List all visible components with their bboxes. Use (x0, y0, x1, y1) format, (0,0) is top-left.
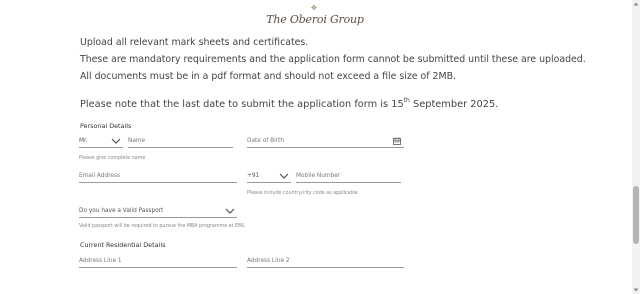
dob-placeholder: Date of Birth (247, 138, 285, 144)
deadline-suffix: September 2025. (409, 99, 499, 110)
title-select[interactable]: Mr. (79, 137, 123, 148)
calendar-icon[interactable] (393, 137, 401, 145)
address-line-2-placeholder: Address Line 2 (247, 258, 290, 264)
scrollbar-thumb[interactable] (633, 186, 639, 244)
notice-line-2: These are mandatory requirements and the… (80, 54, 586, 65)
passport-hint: Valid passport will be required to pursu… (79, 224, 245, 229)
deadline-prefix: Please note that the last date to submit… (80, 99, 404, 110)
passport-placeholder: Do you have a Valid Passport (79, 208, 164, 214)
chevron-down-icon (111, 138, 121, 144)
mobile-input[interactable]: Mobile Number (296, 172, 401, 183)
country-code-value: +91 (247, 173, 260, 179)
passport-select[interactable]: Do you have a Valid Passport (79, 207, 237, 218)
crest-icon: ✥ (311, 4, 317, 12)
email-placeholder: Email Address (79, 173, 121, 179)
notice-line-1: Upload all relevant mark sheets and cert… (80, 37, 309, 48)
scroll-down-arrow-icon[interactable] (633, 287, 639, 293)
address-line-1-placeholder: Address Line 1 (79, 258, 122, 264)
chevron-down-icon (225, 208, 235, 214)
mobile-placeholder: Mobile Number (296, 173, 341, 179)
name-placeholder: Name (128, 138, 146, 144)
chevron-down-icon (279, 173, 289, 179)
logo-text: The Oberoi Group (266, 13, 364, 26)
personal-details-heading: Personal Details (80, 122, 132, 130)
notice-line-3: All documents must be in a pdf format an… (80, 71, 456, 82)
scroll-up-arrow-icon[interactable] (633, 1, 639, 7)
address-line-1-input[interactable]: Address Line 1 (79, 257, 237, 268)
title-value: Mr. (79, 138, 88, 144)
country-code-select[interactable]: +91 (247, 172, 291, 183)
name-hint: Please give complete name (79, 156, 146, 161)
brand-logo: ✥ The Oberoi Group (0, 4, 630, 26)
deadline-sup: th (403, 97, 410, 104)
name-input[interactable]: Name (128, 137, 233, 148)
deadline-note: Please note that the last date to submit… (80, 97, 499, 110)
dob-input[interactable]: Date of Birth (247, 137, 404, 148)
page-scrollbar[interactable] (632, 0, 640, 294)
residential-details-heading: Current Residential Details (80, 241, 166, 249)
address-line-2-input[interactable]: Address Line 2 (247, 257, 404, 268)
email-input[interactable]: Email Address (79, 172, 237, 183)
mobile-hint: Please include country/city code as appl… (247, 191, 358, 196)
